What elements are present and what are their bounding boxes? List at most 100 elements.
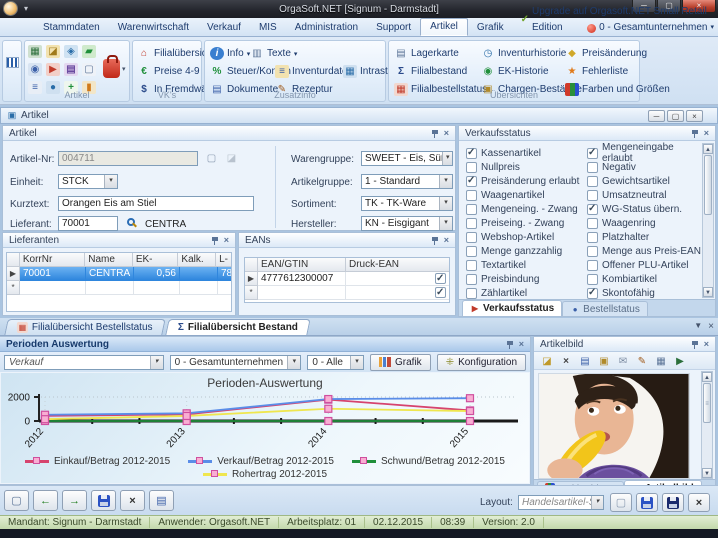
texte-button[interactable]: ▥Texte▾: [250, 46, 297, 61]
bag-icon[interactable]: [103, 59, 120, 78]
scroll-up-icon[interactable]: ▲: [703, 144, 713, 154]
checkbox[interactable]: [587, 176, 598, 187]
druck-ean-checkbox[interactable]: [435, 287, 446, 298]
tab-bestellstatus[interactable]: ●Bestellstatus: [562, 301, 648, 316]
artikelnr-field[interactable]: [58, 151, 198, 166]
checkbox[interactable]: [466, 260, 477, 271]
pin-icon[interactable]: [431, 129, 439, 138]
copy-image-icon[interactable]: ▤: [578, 354, 592, 367]
checkbox[interactable]: [587, 246, 598, 257]
col-ean-gtin[interactable]: EAN/GTIN: [258, 258, 346, 272]
company-selector[interactable]: 0 - Gesamtunternehmen ▾: [587, 20, 714, 36]
druck-ean-checkbox[interactable]: [435, 273, 446, 284]
lieferanten-panel-header[interactable]: Lieferanten ×: [3, 233, 235, 248]
konfiguration-button[interactable]: ⁜Konfiguration: [437, 354, 526, 371]
close-panel-icon[interactable]: ×: [444, 128, 449, 138]
inventurhistorie-button[interactable]: ◷Inventurhistorie: [481, 46, 566, 61]
hersteller-select[interactable]: KN - Eisgigant▾: [361, 216, 453, 231]
inventurdaten-button[interactable]: ≡Inventurdaten: [275, 64, 353, 79]
bag-caret-icon[interactable]: ▾: [122, 65, 126, 73]
tab-administration[interactable]: Administration: [286, 20, 367, 36]
delete-image-icon[interactable]: ×: [559, 354, 573, 367]
save-record-button[interactable]: [91, 490, 116, 511]
unternehmen-select[interactable]: 0 - Gesamtunternehmen▾: [170, 355, 302, 370]
scroll-thumb[interactable]: [704, 155, 712, 215]
scroll-up-icon[interactable]: ▲: [702, 372, 712, 382]
fehlerliste-button[interactable]: ★Fehlerliste: [565, 64, 628, 79]
close-panel-icon[interactable]: ×: [704, 339, 709, 349]
layout-select[interactable]: Handelsartikel-S.▾: [518, 495, 604, 510]
checkbox[interactable]: [466, 204, 477, 215]
checkbox[interactable]: [587, 232, 598, 243]
pin-icon[interactable]: [506, 340, 514, 349]
next-record-button[interactable]: →: [62, 490, 87, 511]
marker-icon[interactable]: ▶: [46, 63, 60, 76]
mdi-window-titlebar[interactable]: ▣ Artikel ─ ▢ ×: [0, 107, 718, 124]
kurztext-field[interactable]: [58, 196, 254, 211]
close-panel-icon[interactable]: ×: [704, 128, 709, 138]
mail-image-icon[interactable]: ✉: [616, 354, 630, 367]
edit-image-icon[interactable]: ✎: [635, 354, 649, 367]
col-name[interactable]: Name: [85, 253, 133, 267]
checkbox[interactable]: [466, 148, 477, 159]
delete-record-button[interactable]: ×: [120, 490, 145, 511]
checkbox[interactable]: [587, 260, 598, 271]
auswertung-select[interactable]: Verkauf▾: [4, 355, 164, 370]
info-button[interactable]: iInfo▾: [210, 46, 250, 61]
tab-filialuebersicht-bestand[interactable]: Σ Filialübersicht Bestand: [165, 319, 310, 335]
scroll-down-icon[interactable]: ▼: [702, 468, 712, 478]
save-layout-as-button[interactable]: [662, 493, 684, 512]
archive-image-icon[interactable]: ▦: [654, 354, 668, 367]
checkbox[interactable]: [587, 162, 598, 173]
checkbox[interactable]: [466, 274, 477, 285]
export-image-icon[interactable]: ▶: [673, 354, 687, 367]
table-row-new[interactable]: *: [245, 286, 449, 300]
new-record-button[interactable]: ▢: [4, 490, 29, 511]
hierarchy-icon[interactable]: ◈: [64, 45, 78, 58]
table-row-new[interactable]: *: [7, 281, 231, 295]
checkbox[interactable]: [466, 162, 477, 173]
pin-icon[interactable]: [691, 129, 699, 138]
col-druck-ean[interactable]: Druck-EAN: [346, 258, 449, 272]
verkaufsstatus-scrollbar[interactable]: ▲ ▼: [702, 143, 714, 298]
preisaenderung-button[interactable]: ◆Preisänderung: [565, 46, 647, 61]
checkbox[interactable]: [587, 190, 598, 201]
col-kalk-ek[interactable]: Kalk. EK: [178, 253, 216, 267]
tab-filialuebersicht-bestellstatus[interactable]: ▦ Filialübersicht Bestellstatus: [4, 319, 165, 335]
checkbox[interactable]: [587, 204, 598, 215]
perioden-panel-header[interactable]: Perioden Auswertung ×: [0, 337, 530, 352]
truck-icon[interactable]: ▰: [82, 45, 96, 58]
artikelgruppe-select[interactable]: 1 - Standard▾: [361, 174, 453, 189]
col-korrnr[interactable]: KorrNr: [20, 253, 85, 267]
delete-layout-button[interactable]: ▢: [610, 493, 632, 512]
new-article-icon[interactable]: ▢: [203, 151, 220, 166]
checkbox[interactable]: [466, 232, 477, 243]
quick-access-caret-icon[interactable]: ▾: [24, 4, 28, 13]
tab-list-caret-icon[interactable]: ▼: [694, 321, 702, 332]
tab-mis[interactable]: MIS: [250, 20, 286, 36]
checkbox[interactable]: [587, 218, 598, 229]
warengruppe-select[interactable]: SWEET - Eis, Süßwaren▾: [361, 151, 453, 166]
checkbox[interactable]: [587, 274, 598, 285]
eans-panel-header[interactable]: EANs ×: [239, 233, 455, 248]
einheit-select[interactable]: STCK▾: [58, 174, 118, 189]
col-la[interactable]: L-A: [216, 253, 231, 267]
checkbox[interactable]: [587, 288, 598, 299]
mdi-minimize-button[interactable]: ─: [648, 110, 665, 122]
checkbox[interactable]: [466, 288, 477, 299]
copy-article-icon[interactable]: ◪: [223, 151, 240, 166]
checkbox[interactable]: [466, 246, 477, 257]
label-icon[interactable]: ▤: [64, 63, 78, 76]
copy-record-button[interactable]: ▤: [149, 490, 174, 511]
table-icon[interactable]: ▦: [28, 45, 42, 58]
checkbox[interactable]: [587, 148, 598, 159]
previous-record-button[interactable]: ←: [33, 490, 58, 511]
col-ek-preis[interactable]: EK-Preis: [133, 253, 179, 267]
preise-4-9-button[interactable]: €Preise 4-9: [137, 64, 200, 79]
scroll-down-icon[interactable]: ▼: [703, 287, 713, 297]
folder-gear-icon[interactable]: ◪: [46, 45, 60, 58]
close-panel-icon[interactable]: ×: [444, 235, 449, 245]
lieferant-field[interactable]: [58, 216, 118, 231]
pin-icon[interactable]: [211, 236, 219, 245]
tab-grafik[interactable]: Grafik: [468, 20, 513, 36]
